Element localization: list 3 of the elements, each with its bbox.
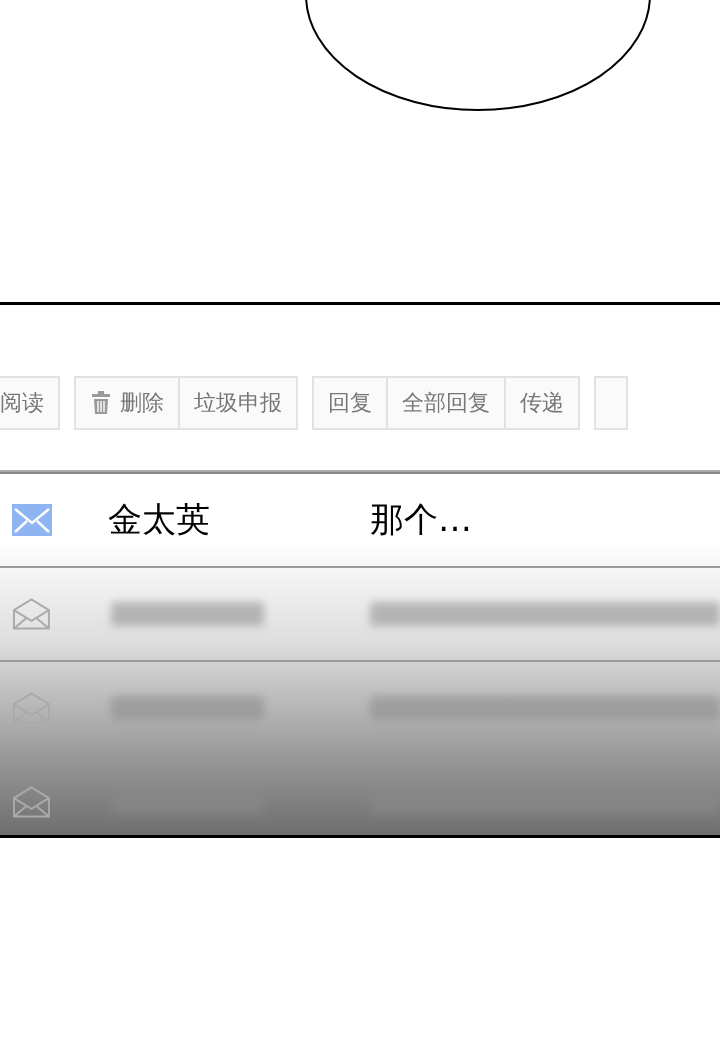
message-sender: 金太英 (108, 498, 211, 541)
message-subject: 那个… (370, 498, 472, 541)
trash-icon (90, 391, 112, 415)
